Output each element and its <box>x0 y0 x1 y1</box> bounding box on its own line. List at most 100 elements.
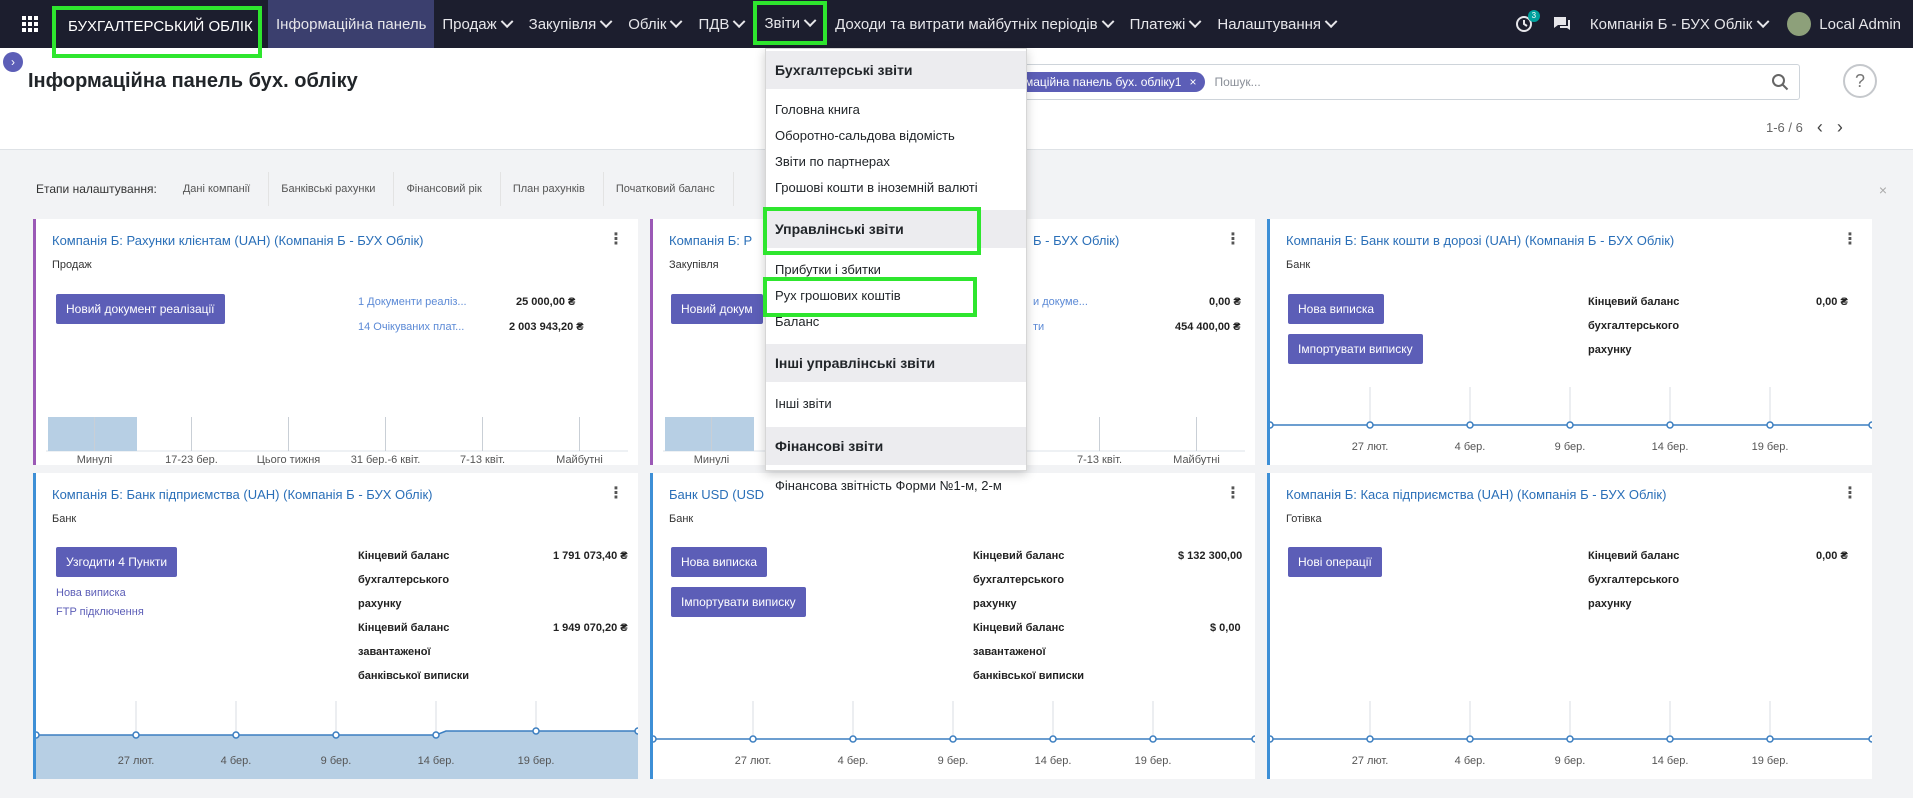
company-name: Компанія Б - БУХ Облік <box>1589 15 1753 33</box>
close-icon[interactable]: × <box>1189 75 1196 89</box>
menu-item-profit-loss[interactable]: Прибутки і збитки <box>775 262 881 277</box>
chart-point <box>36 731 40 739</box>
menu-sales[interactable]: Продаж <box>434 0 520 48</box>
line-chart: 27 лют. 4 бер. 9 бер. 14 бер. 19 бер. <box>1270 701 1872 767</box>
balance-value: $ 132 300,00 <box>1178 550 1243 562</box>
menu-item-partner-reports[interactable]: Звіти по партнерах <box>775 154 890 169</box>
card-link[interactable]: и докуме... <box>1033 296 1088 308</box>
more-options-icon[interactable]: ⋮ <box>1842 229 1858 249</box>
line-chart: 27 лют. 4 бер. 9 бер. 14 бер. 19 бер. <box>1270 387 1872 453</box>
setup-step[interactable]: Фінансовий рік <box>394 172 501 206</box>
setup-step[interactable]: Початковий баланс <box>604 172 734 206</box>
reconcile-button[interactable]: Узгодити 4 Пункти <box>56 547 178 577</box>
chart-point <box>1366 421 1374 429</box>
menu-label: Закупівля <box>528 15 597 33</box>
chevron-right-icon[interactable]: › <box>1837 117 1843 138</box>
search-bar[interactable]: мaційна панель бух. обліку1 × Пошук... <box>1010 64 1800 100</box>
balance-value: 0,00 ₴ <box>1816 550 1848 562</box>
chart-point <box>1766 421 1774 429</box>
balance-label: рахунку <box>1588 598 1632 610</box>
balance-value: 0,00 ₴ <box>1816 296 1848 308</box>
card-title[interactable]: Банк USD (USD <box>669 487 764 502</box>
menu-dashboard[interactable]: Інформаційна панель <box>268 0 435 48</box>
menu-item-financial-statements[interactable]: Фінансова звітність Форми №1-м, 2-м <box>775 478 1002 493</box>
balance-label: бухгалтерського <box>1588 574 1680 586</box>
user-name: Local Admin <box>1819 15 1901 33</box>
card-title[interactable]: Компанія Б: Банк кошти в дорозі (UAH) (К… <box>1286 233 1674 248</box>
new-statement-button[interactable]: Нова виписка <box>671 547 768 577</box>
activity-clock-icon[interactable]: 3 <box>1514 10 1540 34</box>
menu-item-other-reports[interactable]: Інші звіти <box>775 396 832 411</box>
ftp-connection-link[interactable]: FTP підключення <box>56 606 144 618</box>
menu-vat[interactable]: ПДВ <box>690 0 753 48</box>
setup-step[interactable]: Дані компанії <box>171 172 270 206</box>
more-options-icon[interactable]: ⋮ <box>1225 483 1241 503</box>
menu-item-general-ledger[interactable]: Головна книга <box>775 102 860 117</box>
menu-reports[interactable]: Звіти <box>753 1 828 45</box>
menu-purchases[interactable]: Закупівля <box>521 0 621 48</box>
app-brand[interactable]: БУХГАЛТЕРСЬКИЙ ОБЛІК <box>52 6 262 58</box>
journal-card-bank-usd: Банк USD (USD ⋮ Банк Нова виписка Імпорт… <box>650 473 1255 779</box>
chart-point <box>1868 421 1872 429</box>
card-link[interactable]: 14 Очікуваних плат... <box>358 321 464 333</box>
chart-tick-label: 17-23 бер. <box>165 454 218 465</box>
chart-tick-label: 27 лют. <box>735 755 772 767</box>
balance-label: Кінцевий баланс <box>358 622 450 634</box>
chart-tick-label: 19 бер. <box>1135 755 1172 767</box>
menu-item-trial-balance[interactable]: Оборотно-сальдова відомість <box>775 128 955 143</box>
balance-label: банківської виписки <box>358 670 470 682</box>
chart-tick-label: Минулі <box>694 454 730 465</box>
menu-label: Продаж <box>442 15 497 33</box>
sidebar-toggle-icon[interactable]: › <box>3 52 23 72</box>
new-statement-button[interactable]: Нова виписка <box>1288 294 1385 324</box>
chart-point <box>1766 735 1774 743</box>
chevron-down-icon <box>500 14 514 28</box>
card-title[interactable]: Компанія Б: Банк підприємства (UAH) (Ком… <box>52 487 433 502</box>
setup-step[interactable]: План рахунків <box>501 172 604 206</box>
new-sales-document-button[interactable]: Новий документ реалізації <box>56 294 225 324</box>
company-switcher[interactable]: Компанія Б - БУХ Облік <box>1589 14 1770 33</box>
card-link[interactable]: ти <box>1033 321 1044 333</box>
search-input[interactable]: Пошук... <box>1215 75 1261 89</box>
help-button[interactable]: ? <box>1843 64 1877 98</box>
card-title[interactable]: Компанія Б: Каса підприємства (UAH) (Ком… <box>1286 487 1666 502</box>
setup-step[interactable]: Банківські рахунки <box>269 172 395 206</box>
new-statement-link[interactable]: Нова виписка <box>56 587 126 599</box>
import-statement-button[interactable]: Імпортувати виписку <box>1288 334 1423 364</box>
menu-accounting[interactable]: Облік <box>620 0 690 48</box>
chart-point <box>232 731 240 739</box>
new-purchase-document-button[interactable]: Новий докум <box>671 294 763 324</box>
journal-card-sales: Компанія Б: Рахунки клієнтам (UAH) (Комп… <box>33 219 638 465</box>
messages-icon[interactable] <box>1552 14 1572 34</box>
card-link[interactable]: 1 Документи реаліз... <box>358 296 467 308</box>
more-options-icon[interactable]: ⋮ <box>608 483 624 503</box>
new-operations-button[interactable]: Нові операції <box>1288 547 1382 577</box>
chart-tick-label: 27 лют. <box>118 755 155 767</box>
chart-tick-label: 9 бер. <box>1555 441 1586 453</box>
more-options-icon[interactable]: ⋮ <box>608 229 624 249</box>
chart-point <box>432 731 440 739</box>
more-options-icon[interactable]: ⋮ <box>1842 483 1858 503</box>
chevron-left-icon[interactable]: ‹ <box>1817 117 1823 138</box>
card-title[interactable]: Компанія Б: Р <box>669 233 752 248</box>
menu-item-foreign-currency[interactable]: Грошові кошти в іноземній валюті <box>775 180 978 195</box>
close-icon[interactable]: × <box>1879 182 1887 198</box>
chart-point <box>949 735 957 743</box>
menu-payments[interactable]: Платежі <box>1122 0 1210 48</box>
search-facet[interactable]: мaційна панель бух. обліку1 × <box>1017 72 1205 92</box>
chart-point <box>1366 735 1374 743</box>
import-statement-button[interactable]: Імпортувати виписку <box>671 587 806 617</box>
user-menu[interactable]: Local Admin <box>1787 12 1901 36</box>
pager-value: 1-6 / 6 <box>1766 120 1803 135</box>
balance-label: рахунку <box>1588 344 1632 356</box>
search-icon[interactable] <box>1771 73 1789 91</box>
menu-deferred[interactable]: Доходи та витрати майбутніх періодів <box>827 0 1122 48</box>
page-title: Інформаційна панель бух. обліку <box>28 70 358 92</box>
more-options-icon[interactable]: ⋮ <box>1225 229 1241 249</box>
menu-settings[interactable]: Налаштування <box>1209 0 1345 48</box>
balance-value: $ 0,00 <box>1210 622 1241 634</box>
apps-menu-icon[interactable] <box>0 0 60 48</box>
card-title[interactable]: Компанія Б: Рахунки клієнтам (UAH) (Комп… <box>52 233 424 248</box>
chart-tick-label: 31 бер.-6 квіт. <box>351 454 421 465</box>
card-title-tail[interactable]: Б - БУХ Облік) <box>1033 233 1119 248</box>
